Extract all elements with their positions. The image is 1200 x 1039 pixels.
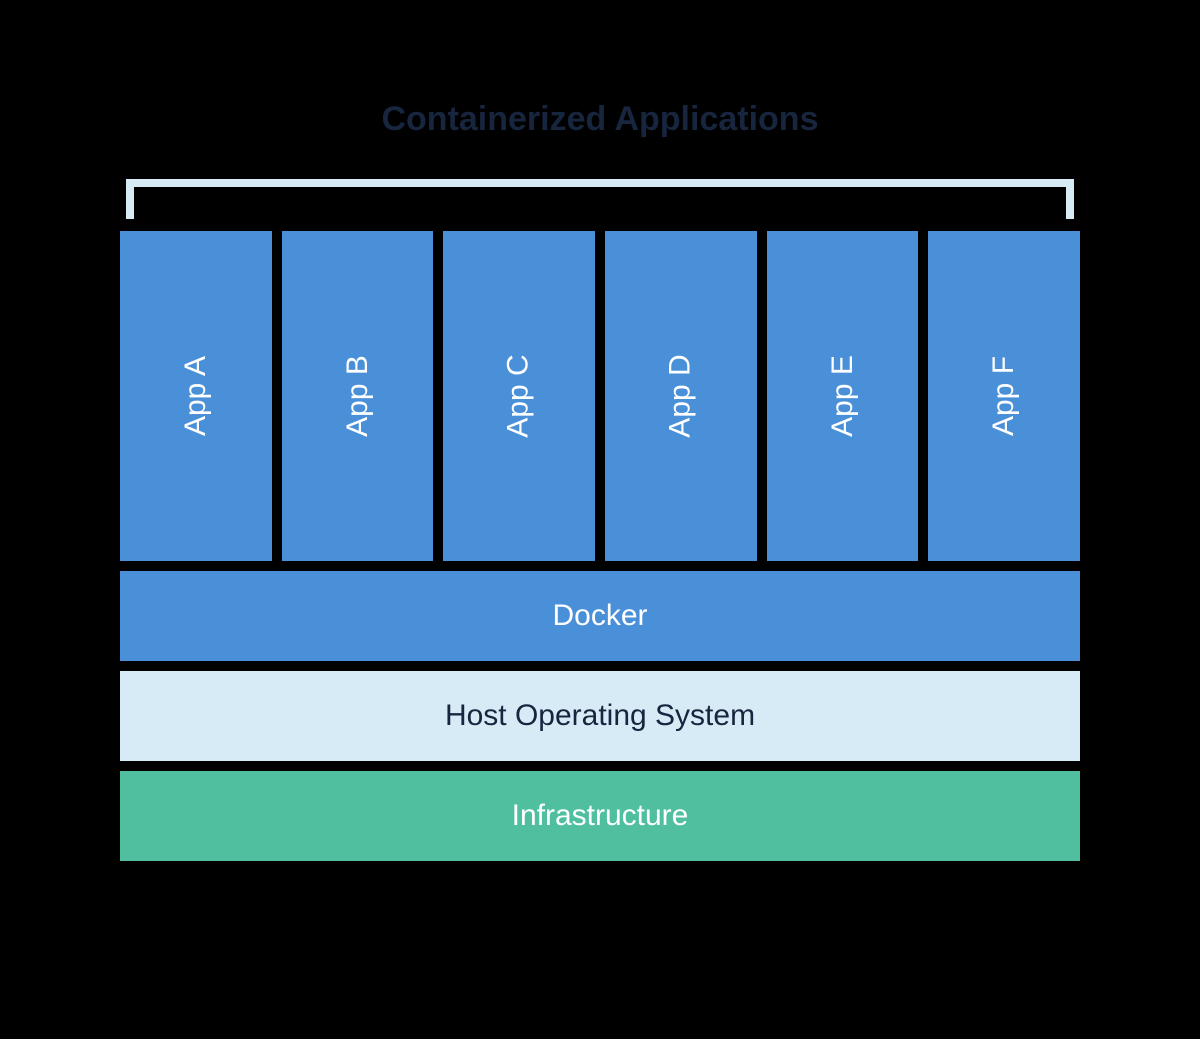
host-os-layer-label: Host Operating System xyxy=(445,699,755,733)
diagram-title: Containerized Applications xyxy=(120,100,1080,139)
app-box-c: App C xyxy=(443,231,595,561)
app-label: App A xyxy=(179,356,213,436)
app-label: App E xyxy=(826,355,860,437)
infrastructure-layer-label: Infrastructure xyxy=(512,799,689,833)
app-box-a: App A xyxy=(120,231,272,561)
app-label: App B xyxy=(341,355,375,437)
app-box-b: App B xyxy=(282,231,434,561)
docker-layer-label: Docker xyxy=(552,599,647,633)
grouping-bracket xyxy=(126,179,1074,219)
app-box-e: App E xyxy=(767,231,919,561)
host-os-layer: Host Operating System xyxy=(120,671,1080,761)
container-architecture-diagram: Containerized Applications App A App B A… xyxy=(120,100,1080,861)
infrastructure-layer: Infrastructure xyxy=(120,771,1080,861)
applications-row: App A App B App C App D App E App F xyxy=(120,231,1080,561)
app-label: App D xyxy=(664,354,698,437)
app-label: App C xyxy=(502,354,536,437)
app-box-d: App D xyxy=(605,231,757,561)
app-label: App F xyxy=(987,356,1021,436)
docker-layer: Docker xyxy=(120,571,1080,661)
app-box-f: App F xyxy=(928,231,1080,561)
